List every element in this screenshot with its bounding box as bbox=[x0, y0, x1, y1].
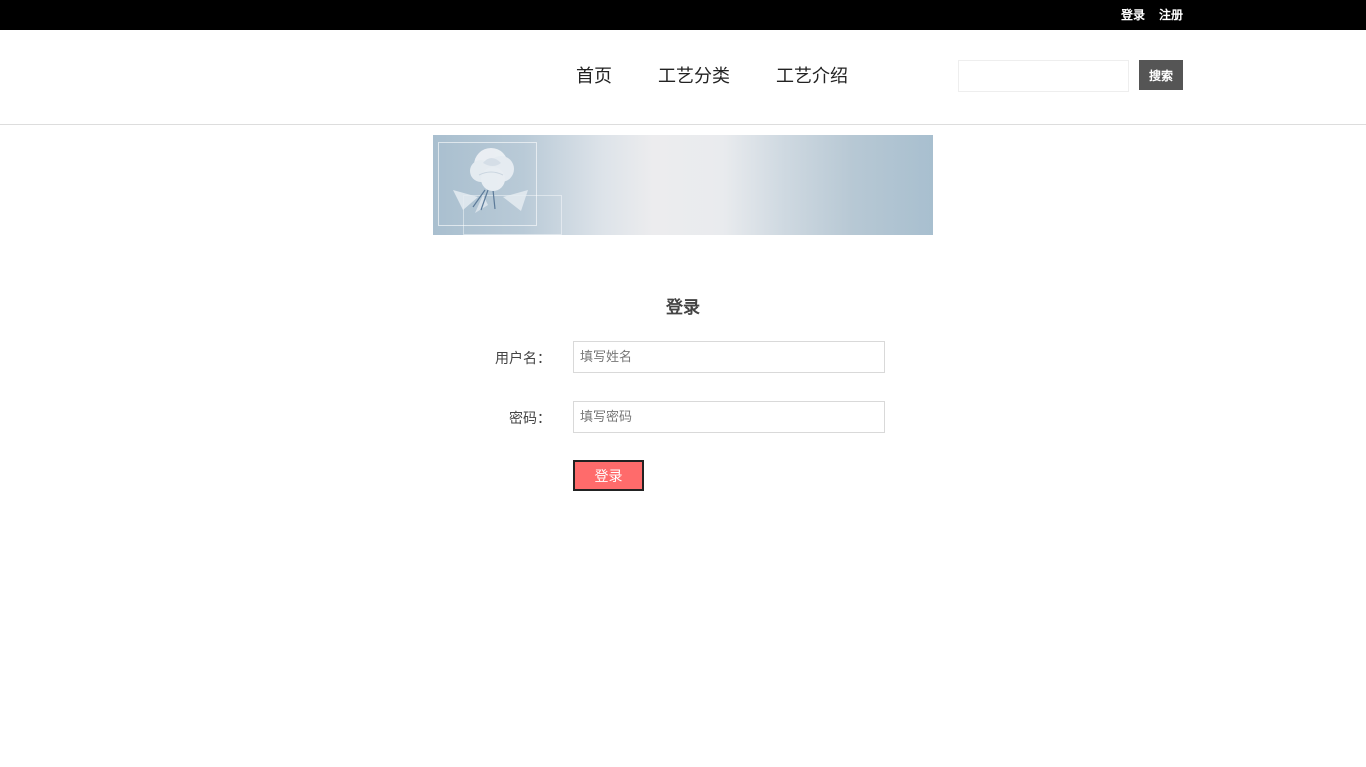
login-submit-button[interactable]: 登录 bbox=[573, 460, 644, 491]
top-bar: 登录 注册 bbox=[0, 0, 1366, 30]
flower-icon bbox=[453, 148, 528, 213]
nav-item-home[interactable]: 首页 bbox=[576, 66, 612, 88]
nav-item-craft-intro[interactable]: 工艺介绍 bbox=[776, 66, 848, 88]
search-button[interactable]: 搜索 bbox=[1139, 60, 1183, 90]
password-field[interactable] bbox=[573, 401, 885, 433]
login-title: 登录 bbox=[666, 298, 700, 318]
password-label: 密码： bbox=[509, 411, 551, 427]
nav-item-craft-category[interactable]: 工艺分类 bbox=[658, 66, 730, 88]
username-field[interactable] bbox=[573, 341, 885, 373]
site-header: 首页 工艺分类 工艺介绍 搜索 bbox=[0, 30, 1366, 125]
banner-image bbox=[433, 135, 933, 235]
username-label: 用户名： bbox=[495, 351, 551, 367]
top-register-link[interactable]: 注册 bbox=[1159, 8, 1183, 22]
search-input[interactable] bbox=[958, 60, 1129, 92]
top-login-link[interactable]: 登录 bbox=[1121, 8, 1145, 22]
